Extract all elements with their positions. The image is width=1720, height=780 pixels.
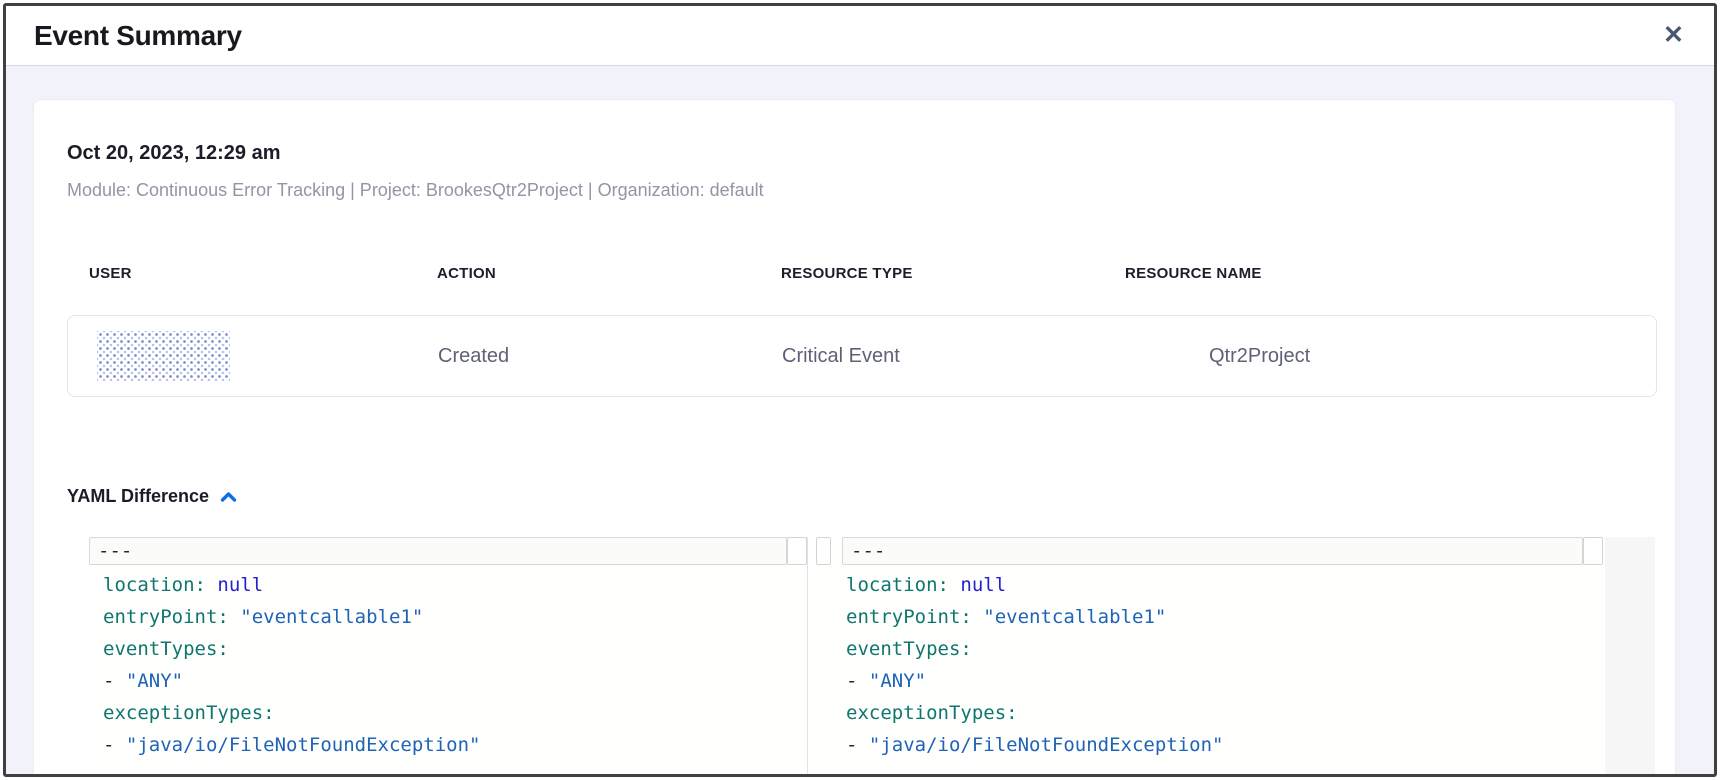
current-line-highlight: --- <box>842 537 1583 565</box>
yaml-diff-left-pane: --- location: nullentryPoint: "eventcall… <box>89 537 807 774</box>
yaml-diff-right-pane: --- location: nullentryPoint: "eventcall… <box>808 537 1603 774</box>
code-line: location: null <box>846 569 1603 601</box>
code-line: entryPoint: "eventcallable1" <box>846 601 1603 633</box>
code-line: location: null <box>103 569 807 601</box>
current-line-highlight: --- <box>89 537 787 565</box>
chevron-up-icon <box>219 489 238 506</box>
action-cell: Created <box>438 345 782 368</box>
scrollbar-thumb[interactable] <box>787 537 807 565</box>
code-lines: location: nullentryPoint: "eventcallable… <box>89 569 807 761</box>
table-header-row: USER ACTION RESOURCE TYPE RESOURCE NAME <box>67 265 1657 282</box>
event-timestamp: Oct 20, 2023, 12:29 am <box>67 142 1657 165</box>
resource-type-cell: Critical Event <box>782 345 1126 368</box>
close-icon[interactable]: ✕ <box>1663 23 1684 48</box>
code-line: eventTypes: <box>846 633 1603 665</box>
diff-highlighted-line: --- <box>808 537 1603 565</box>
gutter-cell <box>816 537 831 565</box>
code-line: exceptionTypes: <box>103 697 807 729</box>
column-header-user: USER <box>89 265 437 282</box>
code-line: - "java/io/FileNotFoundException" <box>846 729 1603 761</box>
redacted-user-avatar <box>97 331 230 381</box>
diff-scrollbar-track[interactable] <box>1605 537 1655 774</box>
scrollbar-thumb[interactable] <box>1583 537 1603 565</box>
code-line: eventTypes: <box>103 633 807 665</box>
code-lines: location: nullentryPoint: "eventcallable… <box>808 569 1603 761</box>
code-line: - "ANY" <box>846 665 1603 697</box>
code-line: - "ANY" <box>103 665 807 697</box>
event-summary-modal: Event Summary ✕ Oct 20, 2023, 12:29 am M… <box>3 3 1717 777</box>
diff-highlighted-line: --- <box>89 537 807 565</box>
page-title: Event Summary <box>34 20 242 52</box>
yaml-difference-label: YAML Difference <box>67 486 209 507</box>
yaml-difference-toggle[interactable]: YAML Difference <box>67 486 238 507</box>
yaml-diff-viewer: --- location: nullentryPoint: "eventcall… <box>89 537 1655 774</box>
code-line: entryPoint: "eventcallable1" <box>103 601 807 633</box>
event-card: Oct 20, 2023, 12:29 am Module: Continuou… <box>33 99 1676 774</box>
code-line: exceptionTypes: <box>846 697 1603 729</box>
column-header-action: ACTION <box>437 265 781 282</box>
resource-name-cell: Qtr2Project <box>1126 345 1656 368</box>
table-row: Created Critical Event Qtr2Project <box>67 315 1657 397</box>
code-line: - "java/io/FileNotFoundException" <box>103 729 807 761</box>
modal-body: Oct 20, 2023, 12:29 am Module: Continuou… <box>6 66 1714 774</box>
column-header-resource-type: RESOURCE TYPE <box>781 265 1125 282</box>
modal-header: Event Summary ✕ <box>6 6 1714 66</box>
event-context: Module: Continuous Error Tracking | Proj… <box>67 180 1657 201</box>
user-cell <box>90 331 438 381</box>
column-header-resource-name: RESOURCE NAME <box>1125 265 1657 282</box>
